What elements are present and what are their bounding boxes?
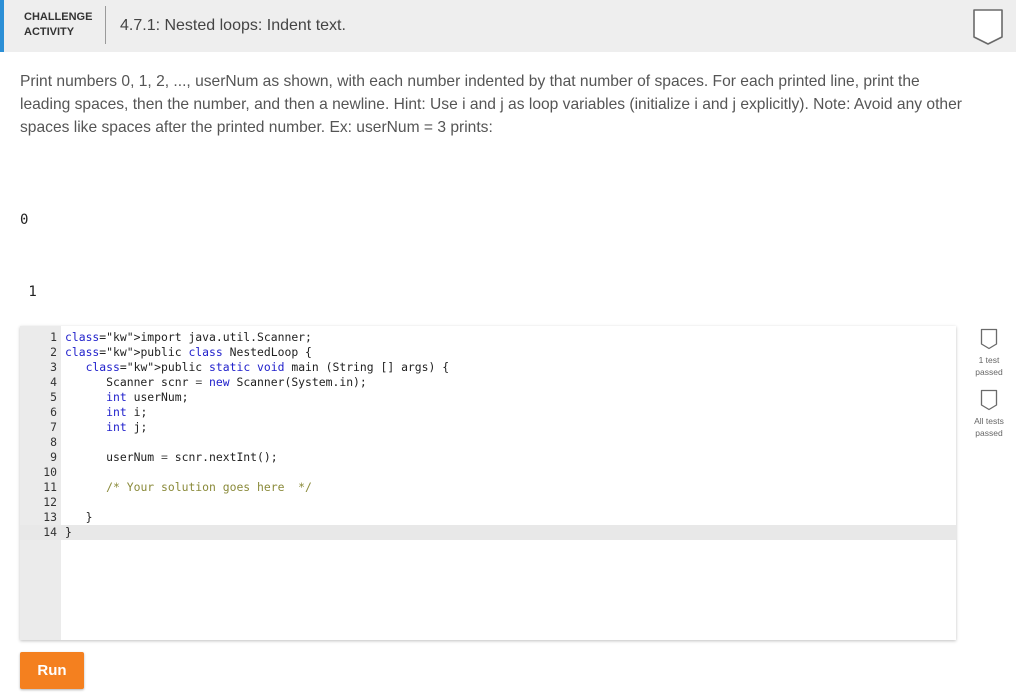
line-number: 8: [20, 435, 57, 450]
activity-header: CHALLENGE ACTIVITY 4.7.1: Nested loops: …: [0, 0, 1016, 52]
line-number: 2: [20, 345, 57, 360]
activity-title: 4.7.1: Nested loops: Indent text.: [120, 17, 346, 35]
code-text[interactable]: userNum = scnr.nextInt();: [65, 450, 278, 465]
badge-line-1: CHALLENGE: [24, 10, 92, 25]
example-line: 0: [20, 208, 54, 232]
code-line[interactable]: 9 userNum = scnr.nextInt();: [20, 450, 956, 465]
code-line[interactable]: 12: [20, 495, 956, 510]
shield-outline-icon: [980, 389, 998, 411]
challenge-activity-badge: CHALLENGE ACTIVITY: [24, 10, 92, 40]
code-text[interactable]: }: [65, 510, 92, 525]
line-number: 5: [20, 390, 57, 405]
code-lines[interactable]: 1 class="kw">import java.util.Scanner; 2 cl…: [20, 330, 956, 540]
test-status-all: All tests passed: [968, 389, 1010, 439]
code-text[interactable]: int i;: [65, 405, 147, 420]
line-number: 3: [20, 360, 57, 375]
line-number: 9: [20, 450, 57, 465]
code-line[interactable]: 2 class="kw">public class NestedLoop {: [20, 345, 956, 360]
code-line[interactable]: 3 class="kw">public static void main (St…: [20, 360, 956, 375]
code-line[interactable]: 4 Scanner scnr = new Scanner(System.in);: [20, 375, 956, 390]
code-line[interactable]: 7 int j;: [20, 420, 956, 435]
test-label-1: All tests: [968, 415, 1010, 427]
code-line[interactable]: 14}: [20, 525, 956, 540]
code-text[interactable]: int userNum;: [65, 390, 188, 405]
test-label-2: passed: [968, 427, 1010, 439]
code-text[interactable]: class="kw">public static void main (Stri…: [65, 360, 449, 375]
code-line[interactable]: 13 }: [20, 510, 956, 525]
line-number: 13: [20, 510, 57, 525]
code-editor[interactable]: 1 class="kw">import java.util.Scanner; 2 cl…: [20, 326, 956, 640]
code-text[interactable]: /* Your solution goes here */: [65, 480, 312, 495]
badge-divider: [105, 6, 106, 44]
line-number: 12: [20, 495, 57, 510]
shield-outline-icon: [980, 328, 998, 350]
test-status-one: 1 test passed: [968, 328, 1010, 378]
run-button[interactable]: Run: [20, 652, 84, 689]
code-line[interactable]: 11 /* Your solution goes here */: [20, 480, 956, 495]
test-label-2: passed: [968, 366, 1010, 378]
line-number: 10: [20, 465, 57, 480]
example-line: 1: [20, 280, 54, 304]
code-line[interactable]: 1 class="kw">import java.util.Scanner;: [20, 330, 956, 345]
line-number: 6: [20, 405, 57, 420]
code-line[interactable]: 8: [20, 435, 956, 450]
code-text[interactable]: int j;: [65, 420, 147, 435]
code-line[interactable]: 5 int userNum;: [20, 390, 956, 405]
code-text[interactable]: }: [65, 525, 72, 540]
code-line[interactable]: 10: [20, 465, 956, 480]
badge-line-2: ACTIVITY: [24, 25, 92, 40]
code-text[interactable]: Scanner scnr = new Scanner(System.in);: [65, 375, 367, 390]
line-number: 7: [20, 420, 57, 435]
line-number: 14: [20, 525, 57, 540]
code-text[interactable]: class="kw">import java.util.Scanner;: [65, 330, 312, 345]
activity-description: Print numbers 0, 1, 2, ..., userNum as s…: [20, 70, 970, 139]
line-number: 11: [20, 480, 57, 495]
line-number: 4: [20, 375, 57, 390]
code-text[interactable]: class="kw">public class NestedLoop {: [65, 345, 312, 360]
test-label-1: 1 test: [968, 354, 1010, 366]
completion-shield-icon: [972, 8, 1004, 46]
code-line[interactable]: 6 int i;: [20, 405, 956, 420]
line-number: 1: [20, 330, 57, 345]
